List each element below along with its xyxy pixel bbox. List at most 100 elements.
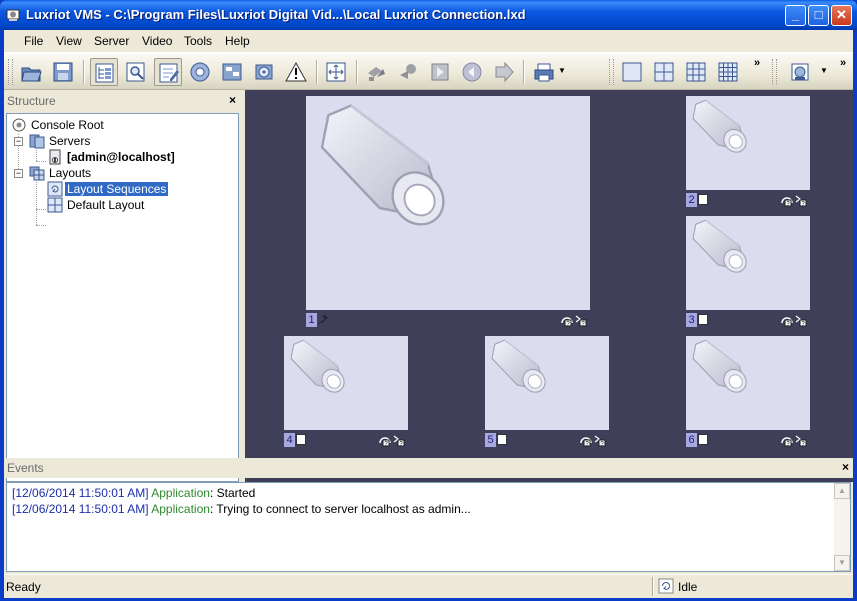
connection-button[interactable] — [786, 58, 814, 86]
toolbar-overflow-1[interactable]: » — [754, 57, 760, 69]
menu-bar: File View Server Video Tools Help — [4, 30, 853, 53]
search-button[interactable] — [122, 58, 150, 86]
tree-item-label: Console Root — [31, 118, 104, 132]
camera-label-bar: 2?? — [686, 192, 810, 208]
ptz-button[interactable] — [186, 58, 214, 86]
tree-collapse-icon[interactable]: − — [14, 169, 23, 178]
layout-nine-icon — [686, 62, 706, 82]
event-message: : Started — [209, 486, 256, 500]
layout-sixteen-icon — [718, 62, 738, 82]
maximize-button[interactable]: □ — [808, 5, 829, 26]
search-icon — [126, 62, 145, 82]
menu-file[interactable]: File — [24, 34, 43, 48]
structure-close-button[interactable]: × — [229, 93, 236, 107]
layout-3x3-button[interactable] — [682, 58, 710, 86]
scroll-up-icon[interactable]: ▲ — [834, 483, 850, 499]
camera-status-icon: ?? — [781, 435, 807, 447]
minimize-button[interactable]: _ — [785, 5, 806, 26]
layout-4x4-button[interactable] — [714, 58, 742, 86]
layouts-icon — [29, 166, 45, 181]
ptz-control-icon — [190, 62, 210, 82]
app-icon — [6, 9, 20, 21]
monitor-icon[interactable] — [497, 434, 507, 445]
camera-link-button[interactable] — [394, 58, 422, 86]
status-divider — [652, 577, 654, 596]
menu-help[interactable]: Help — [225, 34, 250, 48]
toolbar-separator — [316, 60, 318, 84]
camera-arrow-icon — [368, 67, 385, 81]
connection-icon — [791, 63, 809, 81]
open-button[interactable] — [17, 58, 45, 86]
camera-view-2[interactable] — [686, 96, 810, 190]
fullscreen-button[interactable] — [322, 58, 350, 86]
save-button[interactable] — [49, 58, 77, 86]
camera-view-4[interactable] — [284, 336, 408, 430]
layout-1x1-button[interactable] — [618, 58, 646, 86]
events-panel-title: Events — [7, 461, 44, 475]
camera-status-icon: ?? — [561, 315, 587, 327]
camera-placeholder-icon — [290, 339, 345, 393]
camera-status-icon: ?? — [580, 435, 606, 447]
camera-label-bar: 4?? — [284, 432, 408, 448]
server-icon — [49, 149, 61, 165]
camera-placeholder-icon — [491, 339, 546, 393]
monitor-icon[interactable] — [698, 314, 708, 325]
title-bar[interactable]: Luxriot VMS - C:\Program Files\Luxriot D… — [0, 0, 857, 30]
camera-status-icon: ?? — [781, 315, 807, 327]
camera-view-3[interactable] — [686, 216, 810, 310]
edit-log-icon — [159, 63, 179, 83]
events-button[interactable] — [154, 58, 182, 86]
layout-quad-icon — [654, 62, 674, 82]
toolbar-separator — [83, 60, 85, 84]
structure-panel-title: Structure — [7, 94, 56, 108]
tree-item-label: Servers — [49, 134, 91, 148]
structure-button[interactable] — [90, 58, 118, 86]
layout-single-icon — [622, 62, 642, 82]
menu-video[interactable]: Video — [142, 34, 172, 48]
play-button[interactable] — [426, 58, 454, 86]
monitor-icon[interactable] — [698, 434, 708, 445]
menu-tools[interactable]: Tools — [184, 34, 212, 48]
tree-item-label: [admin@localhost] — [67, 150, 175, 164]
camera-view-5[interactable] — [485, 336, 609, 430]
toolbar-overflow-2[interactable]: » — [840, 57, 846, 69]
printer-button[interactable] — [530, 58, 558, 86]
printer-icon — [534, 63, 554, 82]
tree-line — [36, 182, 38, 225]
event-message: : Trying to connect to server localhost … — [209, 502, 471, 516]
camera-number: 1 — [306, 313, 317, 327]
camera-number: 5 — [485, 433, 496, 447]
camera-label-bar: 3?? — [686, 312, 810, 328]
layout-sequences-icon — [47, 181, 63, 197]
back-button[interactable] — [458, 58, 486, 86]
forward-button[interactable] — [490, 58, 518, 86]
connection-dropdown-icon[interactable]: ▼ — [820, 66, 828, 75]
camera-view-1[interactable] — [306, 96, 590, 310]
alarm-button[interactable] — [282, 58, 310, 86]
back-arrow-icon — [462, 62, 482, 82]
export-button[interactable] — [250, 58, 278, 86]
camera-move-button[interactable] — [362, 58, 390, 86]
camera-view-6[interactable] — [686, 336, 810, 430]
menu-server[interactable]: Server — [94, 34, 129, 48]
printer-dropdown-icon[interactable]: ▼ — [558, 66, 566, 75]
tree-collapse-icon[interactable]: − — [14, 137, 23, 146]
event-time: [12/06/2014 11:50:01 AM] — [12, 502, 149, 516]
archive-button[interactable] — [218, 58, 246, 86]
toolbar-grip[interactable] — [772, 59, 777, 85]
toolbar-grip[interactable] — [609, 59, 614, 85]
events-scrollbar[interactable]: ▲ ▼ — [834, 483, 850, 571]
layout-2x2-button[interactable] — [650, 58, 678, 86]
tree-item-label: Layouts — [49, 166, 92, 180]
events-panel-header: Events × — [4, 458, 853, 478]
open-folder-icon — [21, 67, 42, 82]
monitor-icon[interactable] — [698, 194, 708, 205]
video-view-area: 1?? 2?? 3?? 4?? 5?? 6?? — [245, 90, 853, 482]
toolbar-grip[interactable] — [8, 59, 13, 85]
events-close-button[interactable]: × — [842, 460, 849, 474]
menu-view[interactable]: View — [56, 34, 82, 48]
scroll-down-icon[interactable]: ▼ — [834, 555, 850, 571]
close-button[interactable]: ✕ — [831, 5, 852, 26]
monitor-icon[interactable] — [296, 434, 306, 445]
pin-icon[interactable] — [318, 314, 328, 325]
